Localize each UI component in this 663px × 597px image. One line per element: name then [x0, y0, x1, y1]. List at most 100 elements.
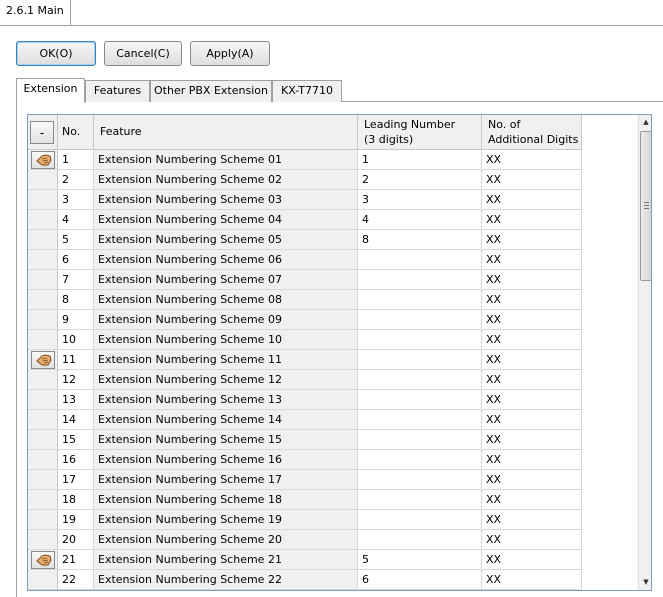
- cell-additional-digits[interactable]: XX: [482, 230, 582, 250]
- table-row[interactable]: 8 Extension Numbering Scheme 08 XX: [28, 290, 638, 310]
- table-row[interactable]: 19 Extension Numbering Scheme 19 XX: [28, 510, 638, 530]
- cell-leading-number[interactable]: [358, 450, 482, 470]
- table-row[interactable]: 15 Extension Numbering Scheme 15 XX: [28, 430, 638, 450]
- table-row[interactable]: 9 Extension Numbering Scheme 09 XX: [28, 310, 638, 330]
- header-no[interactable]: No.: [58, 115, 94, 150]
- table-row[interactable]: 12 Extension Numbering Scheme 12 XX: [28, 370, 638, 390]
- cell-leading-number[interactable]: 4: [358, 210, 482, 230]
- cell-leading-number[interactable]: [358, 470, 482, 490]
- cell-additional-digits[interactable]: XX: [482, 250, 582, 270]
- table-row[interactable]: 7 Extension Numbering Scheme 07 XX: [28, 270, 638, 290]
- row-selector[interactable]: [28, 170, 58, 190]
- table-row[interactable]: 18 Extension Numbering Scheme 18 XX: [28, 490, 638, 510]
- table-row[interactable]: 2 Extension Numbering Scheme 02 2 XX: [28, 170, 638, 190]
- table-row[interactable]: 10 Extension Numbering Scheme 10 XX: [28, 330, 638, 350]
- row-selector[interactable]: [28, 310, 58, 330]
- scrollbar-thumb[interactable]: [640, 131, 651, 281]
- row-selector[interactable]: [28, 270, 58, 290]
- cell-leading-number[interactable]: [358, 350, 482, 370]
- cell-leading-number[interactable]: 5: [358, 550, 482, 570]
- cell-additional-digits[interactable]: XX: [482, 330, 582, 350]
- row-selector[interactable]: [28, 330, 58, 350]
- hand-pointer-icon[interactable]: [31, 151, 55, 169]
- table-row[interactable]: 4 Extension Numbering Scheme 04 4 XX: [28, 210, 638, 230]
- cell-additional-digits[interactable]: XX: [482, 370, 582, 390]
- cell-leading-number[interactable]: [358, 390, 482, 410]
- table-row[interactable]: 16 Extension Numbering Scheme 16 XX: [28, 450, 638, 470]
- table-row[interactable]: 20 Extension Numbering Scheme 20 XX: [28, 530, 638, 550]
- header-feature[interactable]: Feature: [94, 115, 358, 150]
- row-selector[interactable]: [28, 550, 58, 570]
- cell-leading-number[interactable]: [358, 290, 482, 310]
- row-selector[interactable]: [28, 290, 58, 310]
- row-selector[interactable]: [28, 450, 58, 470]
- cell-additional-digits[interactable]: XX: [482, 410, 582, 430]
- cell-leading-number[interactable]: 2: [358, 170, 482, 190]
- row-selector[interactable]: [28, 490, 58, 510]
- cell-additional-digits[interactable]: XX: [482, 450, 582, 470]
- header-additional-digits[interactable]: No. of Additional Digits: [482, 115, 582, 150]
- cell-leading-number[interactable]: 8: [358, 230, 482, 250]
- tab-other-pbx-extension[interactable]: Other PBX Extension: [150, 80, 272, 102]
- tab-extension[interactable]: Extension: [16, 78, 85, 103]
- ok-button[interactable]: OK(O): [16, 41, 96, 66]
- cancel-button[interactable]: Cancel(C): [104, 41, 182, 66]
- table-row[interactable]: 3 Extension Numbering Scheme 03 3 XX: [28, 190, 638, 210]
- row-selector[interactable]: [28, 390, 58, 410]
- cell-leading-number[interactable]: [358, 250, 482, 270]
- cell-additional-digits[interactable]: XX: [482, 490, 582, 510]
- cell-leading-number[interactable]: [358, 430, 482, 450]
- cell-leading-number[interactable]: [358, 270, 482, 290]
- table-row[interactable]: 5 Extension Numbering Scheme 05 8 XX: [28, 230, 638, 250]
- row-selector[interactable]: [28, 230, 58, 250]
- collapse-all-button[interactable]: -: [30, 121, 54, 144]
- header-leading-number[interactable]: Leading Number (3 digits): [358, 115, 482, 150]
- cell-additional-digits[interactable]: XX: [482, 190, 582, 210]
- table-row[interactable]: 13 Extension Numbering Scheme 13 XX: [28, 390, 638, 410]
- cell-leading-number[interactable]: [358, 490, 482, 510]
- table-row[interactable]: 11 Extension Numbering Scheme 11 XX: [28, 350, 638, 370]
- cell-additional-digits[interactable]: XX: [482, 550, 582, 570]
- cell-additional-digits[interactable]: XX: [482, 210, 582, 230]
- cell-leading-number[interactable]: [358, 510, 482, 530]
- table-row[interactable]: 1 Extension Numbering Scheme 01 1 XX: [28, 150, 638, 170]
- cell-additional-digits[interactable]: XX: [482, 570, 582, 590]
- row-selector[interactable]: [28, 350, 58, 370]
- table-row[interactable]: 17 Extension Numbering Scheme 17 XX: [28, 470, 638, 490]
- cell-additional-digits[interactable]: XX: [482, 530, 582, 550]
- table-row[interactable]: 21 Extension Numbering Scheme 21 5 XX: [28, 550, 638, 570]
- cell-additional-digits[interactable]: XX: [482, 430, 582, 450]
- row-selector[interactable]: [28, 250, 58, 270]
- arrow-down-icon[interactable]: ▼: [639, 575, 651, 590]
- table-row[interactable]: 6 Extension Numbering Scheme 06 XX: [28, 250, 638, 270]
- row-selector[interactable]: [28, 370, 58, 390]
- cell-leading-number[interactable]: [358, 530, 482, 550]
- cell-additional-digits[interactable]: XX: [482, 510, 582, 530]
- cell-additional-digits[interactable]: XX: [482, 350, 582, 370]
- row-selector[interactable]: [28, 430, 58, 450]
- apply-button[interactable]: Apply(A): [190, 41, 270, 66]
- cell-leading-number[interactable]: 1: [358, 150, 482, 170]
- vertical-scrollbar[interactable]: ▲ ▼: [638, 115, 651, 590]
- cell-leading-number[interactable]: [358, 410, 482, 430]
- table-row[interactable]: 22 Extension Numbering Scheme 22 6 XX: [28, 570, 638, 590]
- row-selector[interactable]: [28, 410, 58, 430]
- table-row[interactable]: 14 Extension Numbering Scheme 14 XX: [28, 410, 638, 430]
- row-selector[interactable]: [28, 210, 58, 230]
- cell-leading-number[interactable]: [358, 370, 482, 390]
- hand-pointer-icon[interactable]: [31, 551, 55, 569]
- cell-leading-number[interactable]: [358, 310, 482, 330]
- row-selector[interactable]: [28, 570, 58, 590]
- window-tab-main[interactable]: 2.6.1 Main: [0, 0, 71, 26]
- cell-leading-number[interactable]: [358, 330, 482, 350]
- cell-additional-digits[interactable]: XX: [482, 290, 582, 310]
- cell-additional-digits[interactable]: XX: [482, 270, 582, 290]
- cell-leading-number[interactable]: 6: [358, 570, 482, 590]
- row-selector[interactable]: [28, 470, 58, 490]
- cell-additional-digits[interactable]: XX: [482, 390, 582, 410]
- cell-additional-digits[interactable]: XX: [482, 150, 582, 170]
- cell-additional-digits[interactable]: XX: [482, 170, 582, 190]
- cell-leading-number[interactable]: 3: [358, 190, 482, 210]
- cell-additional-digits[interactable]: XX: [482, 470, 582, 490]
- row-selector[interactable]: [28, 530, 58, 550]
